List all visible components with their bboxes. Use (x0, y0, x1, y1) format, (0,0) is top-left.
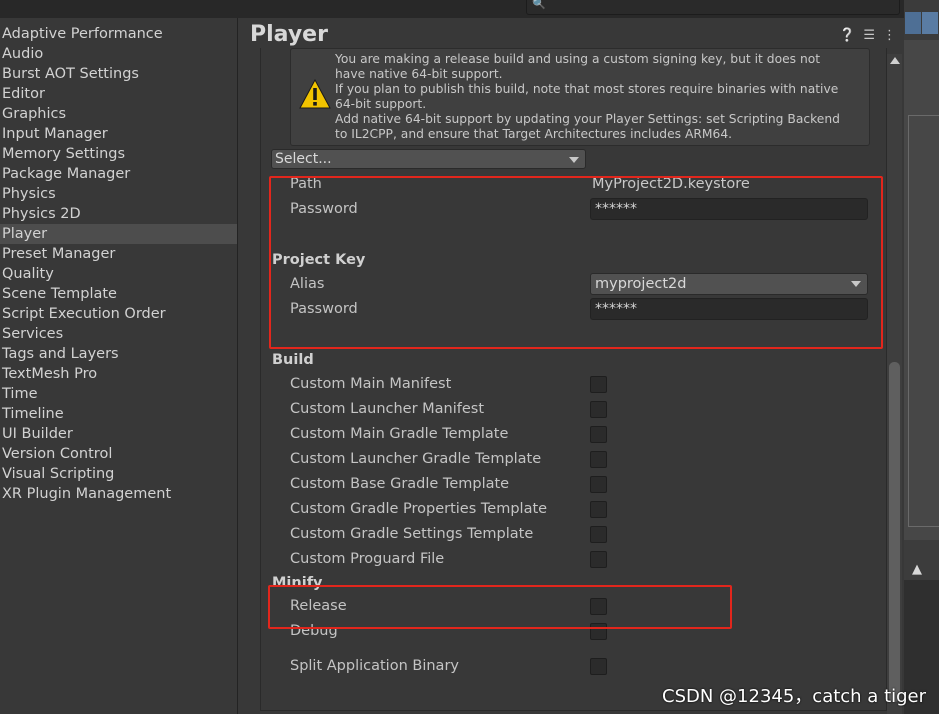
build-option-label: Custom Launcher Gradle Template (290, 451, 542, 467)
sidebar-item[interactable]: Input Manager (0, 124, 237, 144)
build-option-checkbox[interactable] (590, 501, 607, 518)
build-option-checkbox[interactable] (590, 401, 607, 418)
sidebar-item[interactable]: Preset Manager (0, 244, 237, 264)
sidebar-item[interactable]: XR Plugin Management (0, 484, 237, 504)
sidebar-item[interactable]: Adaptive Performance (0, 24, 237, 44)
sidebar-item[interactable]: Memory Settings (0, 144, 237, 164)
sidebar-item[interactable]: Player (0, 224, 237, 244)
page-title: Player (250, 22, 328, 47)
right-editor-strip: ▲ (904, 0, 939, 714)
search-icon: 🔍 (532, 0, 546, 10)
split-binary-label: Split Application Binary (290, 658, 459, 674)
scene-view-frame (908, 115, 939, 527)
settings-sidebar: Adaptive Performance Audio Burst AOT Setti… (0, 18, 238, 714)
sidebar-item[interactable]: Graphics (0, 104, 237, 124)
sidebar-item[interactable]: Burst AOT Settings (0, 64, 237, 84)
sidebar-item[interactable]: Script Execution Order (0, 304, 237, 324)
sidebar-item[interactable]: Time (0, 384, 237, 404)
build-option-label: Custom Base Gradle Template (290, 476, 510, 492)
sidebar-item[interactable]: Scene Template (0, 284, 237, 304)
build-option-label: Custom Main Manifest (290, 376, 452, 392)
layers-button[interactable] (905, 12, 921, 34)
scrollbar-thumb[interactable] (889, 362, 900, 702)
watermark: CSDN @12345，catch a tiger (662, 686, 927, 707)
build-option-label: Custom Gradle Settings Template (290, 526, 534, 542)
sidebar-item[interactable]: Audio (0, 44, 237, 64)
keystore-select-label: Select... (275, 151, 332, 167)
sidebar-item[interactable]: Version Control (0, 444, 237, 464)
sidebar-item[interactable]: Visual Scripting (0, 464, 237, 484)
sidebar-item[interactable]: Package Manager (0, 164, 237, 184)
build-option-label: Custom Gradle Properties Template (290, 501, 548, 517)
preset-icon[interactable]: ☰ (863, 28, 875, 43)
build-option-label: Custom Main Gradle Template (290, 426, 509, 442)
sidebar-item[interactable]: Editor (0, 84, 237, 104)
top-toolbar: 🔍 (0, 0, 939, 18)
layout-dropdown-button[interactable] (922, 12, 938, 34)
more-icon[interactable]: ⋮ (883, 28, 896, 43)
build-option-checkbox[interactable] (590, 376, 607, 393)
shapes-icon[interactable]: ▲ (912, 562, 928, 578)
vertical-scrollbar[interactable] (887, 54, 902, 714)
sidebar-item[interactable]: Tags and Layers (0, 344, 237, 364)
warning-helpbox: You are making a release build and using… (290, 48, 870, 146)
build-option-label: Custom Proguard File (290, 551, 445, 567)
sidebar-item[interactable]: Quality (0, 264, 237, 284)
build-option-label: Custom Launcher Manifest (290, 401, 485, 417)
keystore-select-dropdown[interactable]: Select... (271, 149, 586, 169)
split-binary-checkbox[interactable] (590, 658, 607, 675)
scroll-up-arrow-icon[interactable] (890, 57, 900, 64)
chevron-down-icon (569, 157, 579, 163)
sidebar-item[interactable]: Timeline (0, 404, 237, 424)
highlight-release-box (268, 585, 732, 629)
player-settings-panel: Player ❔ ☰ ⋮ You are making a release bu… (238, 18, 904, 714)
build-option-checkbox[interactable] (590, 551, 607, 568)
warning-text: You are making a release build and using… (335, 52, 840, 141)
right-toolbar (904, 0, 939, 40)
highlight-keystore-box (269, 176, 883, 349)
build-option-checkbox[interactable] (590, 426, 607, 443)
sidebar-item[interactable]: Physics 2D (0, 204, 237, 224)
header-icons: ❔ ☰ ⋮ (839, 28, 896, 43)
build-heading: Build (272, 352, 314, 368)
build-option-checkbox[interactable] (590, 476, 607, 493)
sidebar-item[interactable]: UI Builder (0, 424, 237, 444)
help-icon[interactable]: ❔ (839, 28, 855, 43)
warning-icon (299, 79, 331, 109)
sidebar-item[interactable]: Services (0, 324, 237, 344)
search-field[interactable]: 🔍 (526, 0, 900, 15)
sidebar-item[interactable]: TextMesh Pro (0, 364, 237, 384)
sidebar-item[interactable]: Physics (0, 184, 237, 204)
build-option-checkbox[interactable] (590, 451, 607, 468)
build-option-checkbox[interactable] (590, 526, 607, 543)
